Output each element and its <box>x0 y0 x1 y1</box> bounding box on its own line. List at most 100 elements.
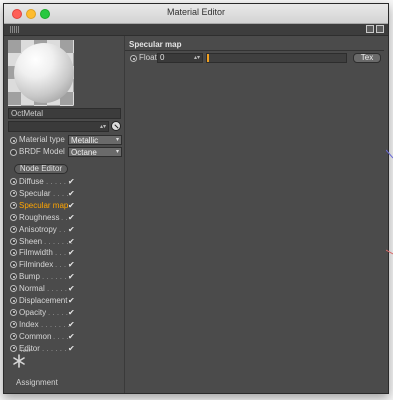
channel-radio[interactable] <box>10 285 17 293</box>
channel-leader-dots: . . <box>61 212 68 222</box>
channel-radio[interactable] <box>10 297 17 304</box>
channel-label[interactable]: Diffuse <box>19 177 44 187</box>
channel-radio[interactable] <box>10 308 17 316</box>
channel-label[interactable]: Sheen <box>19 237 42 247</box>
title-bar[interactable]: Material Editor <box>4 4 388 24</box>
channel-label[interactable]: Specular map <box>19 201 68 211</box>
channel-checkbox[interactable]: ✔ <box>68 319 75 330</box>
channel-leader-dots: . . . . <box>53 188 69 198</box>
material-preview[interactable] <box>8 40 74 106</box>
assignment-tab[interactable]: Assignment <box>16 378 58 387</box>
window-title: Material Editor <box>166 7 226 17</box>
material-type-label: Material type <box>19 135 65 144</box>
channel-radio[interactable] <box>10 225 17 233</box>
octane-logo-icon[interactable] <box>12 354 26 368</box>
channel-radio[interactable] <box>10 344 17 352</box>
node-editor-button[interactable]: Node Editor <box>14 164 68 174</box>
channel-label[interactable]: Roughness <box>19 213 59 223</box>
channel-leader-dots: . . . . . . . <box>42 272 71 282</box>
channel-row[interactable]: Displacement ✔ <box>10 295 122 307</box>
channel-label[interactable]: Displacement <box>19 296 67 306</box>
channel-checkbox[interactable]: ✔ <box>68 236 75 247</box>
attribute-panel: Specular map Float 0 ▴▾ Tex <box>125 36 388 393</box>
tex-button[interactable]: Tex <box>353 53 381 63</box>
channel-row[interactable]: Opacity. . . . . ✔ <box>10 307 122 319</box>
channel-radio[interactable] <box>10 237 17 245</box>
channel-leader-dots: . . . . <box>53 331 69 341</box>
channel-row[interactable]: Filmindex. . . . ✔ <box>10 259 122 271</box>
channel-row[interactable]: Anisotropy. . ✔ <box>10 224 122 236</box>
channel-radio[interactable] <box>10 320 17 328</box>
brdf-model-dropdown[interactable]: Octane ▾ <box>68 147 122 157</box>
float-value-field[interactable]: 0 ▴▾ <box>157 53 203 63</box>
channel-checkbox[interactable]: ✔ <box>68 295 75 306</box>
channel-checkbox[interactable]: ✔ <box>68 271 75 282</box>
help-label: HELP <box>21 348 32 353</box>
channel-label[interactable]: Common <box>19 332 51 342</box>
lock-icon[interactable] <box>366 25 374 33</box>
channel-checkbox[interactable]: ✔ <box>68 212 75 223</box>
brdf-model-radio[interactable] <box>10 149 17 156</box>
channel-label[interactable]: Specular <box>19 189 51 199</box>
channel-leader-dots: . . . . . . <box>46 177 71 186</box>
channel-row[interactable]: Roughness. . ✔ <box>10 212 122 224</box>
channel-label[interactable]: Filmwidth <box>19 248 53 258</box>
material-sidebar: OctMetal ▴▾ Material type Metallic ▾ BRD… <box>4 36 125 393</box>
float-radio[interactable] <box>130 55 137 62</box>
channel-checkbox[interactable]: ✔ <box>68 247 75 258</box>
material-search-field[interactable]: ▴▾ <box>8 121 109 132</box>
stepper-arrows-icon[interactable]: ▴▾ <box>194 54 200 62</box>
channel-radio[interactable] <box>10 201 17 209</box>
channel-radio[interactable] <box>10 261 17 269</box>
float-slider[interactable] <box>206 53 347 63</box>
channel-label[interactable]: Anisotropy <box>19 225 57 235</box>
panel-divider <box>125 50 384 51</box>
channel-checkbox[interactable]: ✔ <box>68 307 75 318</box>
channel-label[interactable]: Bump <box>19 272 40 282</box>
material-name-field[interactable]: OctMetal <box>8 108 121 119</box>
channel-radio[interactable] <box>10 189 17 197</box>
channel-checkbox[interactable]: ✔ <box>68 188 75 199</box>
drag-grip-icon[interactable] <box>10 26 20 33</box>
channel-radio[interactable] <box>10 332 17 340</box>
channel-label[interactable]: Opacity <box>19 308 46 318</box>
brdf-model-label: BRDF Model <box>19 147 65 156</box>
channel-row[interactable]: Common. . . . ✔ <box>10 331 122 343</box>
channel-leader-dots: . . . . . . . <box>41 319 70 329</box>
channel-row[interactable]: Index. . . . . . . ✔ <box>10 319 122 331</box>
brdf-model-value: Octane <box>71 148 97 157</box>
material-type-radio[interactable] <box>10 137 17 144</box>
float-value: 0 <box>160 53 165 62</box>
channel-row[interactable]: Diffuse. . . . . . ✔ <box>10 176 122 188</box>
channel-label[interactable]: Index <box>19 320 39 330</box>
channel-checkbox[interactable]: ✔ <box>68 176 75 187</box>
channel-row[interactable]: Normal. . . . . . ✔ <box>10 283 122 295</box>
channel-checkbox[interactable]: ✔ <box>68 224 75 235</box>
channel-row[interactable]: Filmwidth. . . . ✔ <box>10 247 122 259</box>
channel-row[interactable]: Bump. . . . . . . ✔ <box>10 271 122 283</box>
stepper-arrows-icon[interactable]: ▴▾ <box>100 122 106 132</box>
channel-row[interactable]: Specular map ✔ <box>10 200 122 212</box>
material-type-dropdown[interactable]: Metallic ▾ <box>68 135 122 145</box>
channel-radio[interactable] <box>10 273 17 281</box>
channel-radio[interactable] <box>10 178 17 185</box>
material-editor-window: Material Editor OctMetal ▴▾ Material typ… <box>3 3 389 394</box>
channel-radio[interactable] <box>10 249 17 257</box>
background-line <box>386 249 393 255</box>
channel-label[interactable]: Filmindex <box>19 260 53 270</box>
channel-checkbox[interactable]: ✔ <box>68 331 75 342</box>
channel-checkbox[interactable]: ✔ <box>68 283 75 294</box>
reset-icon[interactable] <box>111 121 121 131</box>
chevron-down-icon: ▾ <box>115 137 119 143</box>
material-type-value: Metallic <box>71 136 99 145</box>
new-window-icon[interactable] <box>376 25 384 33</box>
background-line <box>386 149 393 159</box>
channel-label[interactable]: Normal <box>19 284 45 294</box>
slider-knob[interactable] <box>207 54 209 62</box>
channel-checkbox[interactable]: ✔ <box>68 259 75 270</box>
channel-checkbox[interactable]: ✔ <box>68 343 75 354</box>
channel-row[interactable]: Specular. . . . ✔ <box>10 188 122 200</box>
channel-radio[interactable] <box>10 213 17 221</box>
channel-row[interactable]: Sheen. . . . . . . ✔ <box>10 236 122 248</box>
channel-checkbox[interactable]: ✔ <box>68 200 75 211</box>
